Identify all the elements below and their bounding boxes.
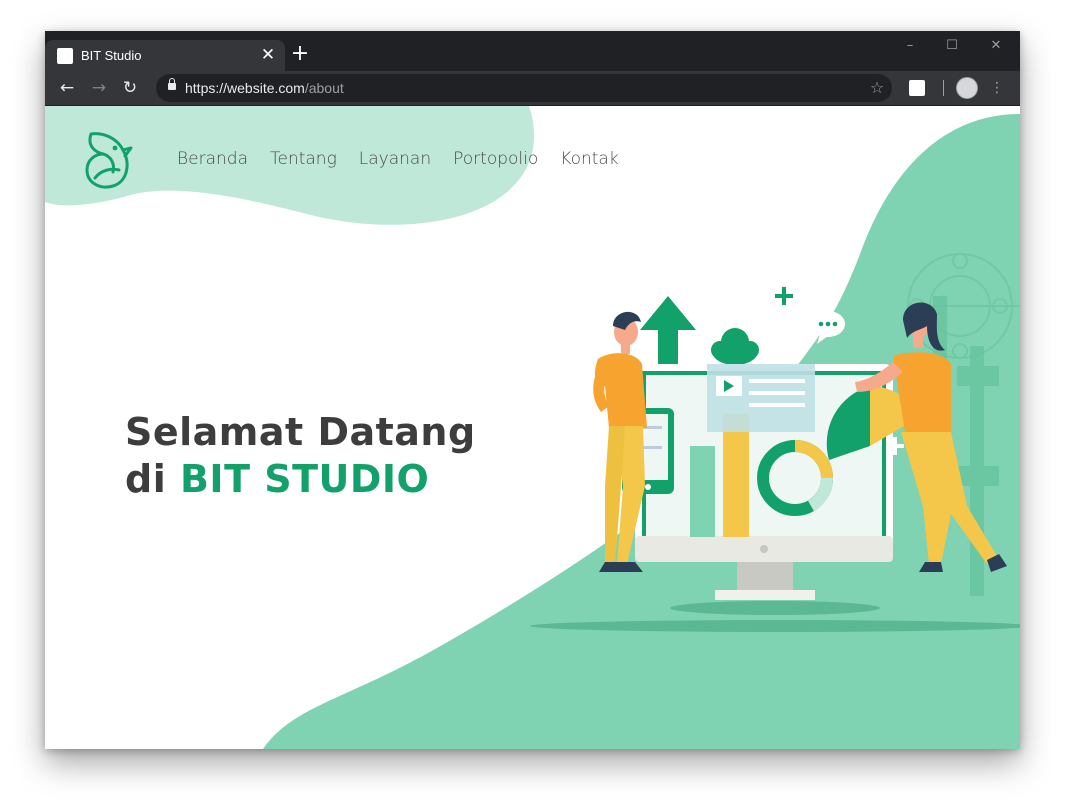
hero-line-1: Selamat Datang (125, 410, 476, 454)
favicon-icon (57, 48, 73, 64)
profile-avatar[interactable] (956, 77, 978, 99)
browser-toolbar: ← → ↻ https://website.com/about ☆ ⋮ (45, 71, 1020, 106)
web-page: Beranda Tentang Layanan Portopolio Konta… (45, 106, 1020, 749)
bird-logo-icon[interactable] (81, 130, 135, 190)
arrow-up-icon (640, 296, 696, 366)
url-host: https://website.com (185, 80, 305, 96)
hero-brand: BIT STUDIO (179, 457, 430, 501)
new-tab-button[interactable]: + (289, 43, 311, 66)
nav-item-beranda[interactable]: Beranda (177, 147, 248, 171)
tab-close-icon[interactable]: ✕ (258, 45, 278, 65)
main-nav: Beranda Tentang Layanan Portopolio Konta… (177, 147, 619, 171)
minimize-button[interactable]: – (897, 37, 923, 55)
url-text[interactable]: https://website.com/about (185, 80, 344, 96)
lock-icon (168, 78, 176, 90)
plus-icon (775, 287, 793, 305)
screen-bar (723, 414, 749, 537)
screen-bar (690, 446, 715, 537)
nav-item-tentang[interactable]: Tentang (270, 147, 337, 171)
nav-item-portopolio[interactable]: Portopolio (453, 147, 538, 171)
url-path: /about (304, 80, 344, 96)
tab-strip: BIT Studio ✕ + – ☐ ✕ (45, 31, 1020, 71)
maximize-button[interactable]: ☐ (939, 37, 965, 55)
close-window-button[interactable]: ✕ (983, 37, 1009, 55)
cloud-icon (711, 328, 759, 365)
ground-shadow (530, 620, 1020, 632)
tab-title: BIT Studio (81, 48, 142, 63)
hero-prefix: di (125, 457, 180, 501)
browser-menu-icon[interactable]: ⋮ (989, 77, 1005, 99)
hero-heading: Selamat Datang di BIT STUDIO (125, 409, 476, 503)
nav-item-kontak[interactable]: Kontak (560, 147, 618, 171)
hero-illustration (530, 287, 1020, 632)
toolbar-divider (943, 80, 944, 96)
browser-tab[interactable]: BIT Studio ✕ (45, 40, 285, 71)
forward-arrow-icon[interactable]: → (88, 77, 110, 99)
hero-line-2: di BIT STUDIO (125, 456, 476, 503)
extension-icon[interactable] (909, 80, 925, 96)
browser-window: BIT Studio ✕ + – ☐ ✕ ← → ↻ https://websi… (45, 31, 1020, 749)
logo-eye (112, 145, 118, 151)
chat-bubble-icon (811, 311, 845, 344)
bookmark-star-icon[interactable]: ☆ (867, 78, 887, 98)
video-card (707, 364, 815, 432)
reload-icon[interactable]: ↻ (119, 77, 141, 99)
address-bar[interactable]: https://website.com/about ☆ (156, 74, 892, 102)
monitor-shadow (670, 601, 880, 615)
back-arrow-icon[interactable]: ← (56, 77, 78, 99)
nav-item-layanan[interactable]: Layanan (359, 147, 431, 171)
